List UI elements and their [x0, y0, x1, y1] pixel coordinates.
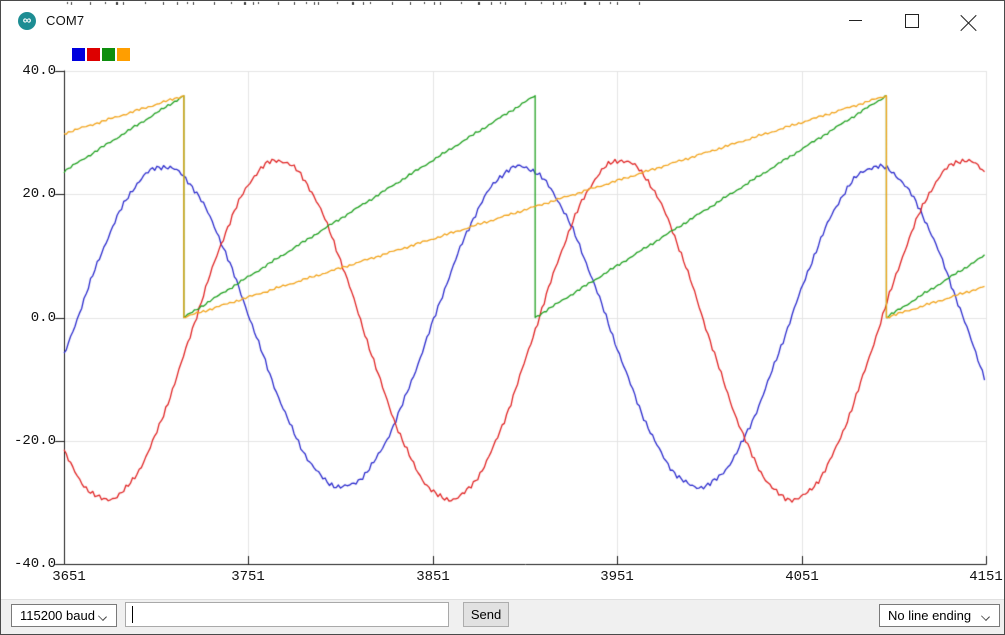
x-axis-label: 3951 [582, 569, 652, 585]
legend-swatch-series2 [87, 48, 100, 61]
x-axis-label: 3851 [398, 569, 468, 585]
bottom-bar: 115200 baud Send No line ending [1, 599, 1004, 635]
y-axis-label: 0.0 [6, 310, 56, 326]
minimize-icon [849, 20, 862, 21]
legend [72, 48, 130, 61]
window-title: COM7 [46, 13, 84, 28]
close-icon [961, 13, 977, 29]
line-ending-select[interactable]: No line ending [879, 604, 1000, 627]
line-ending-value: No line ending [888, 608, 971, 623]
titlebar[interactable]: ∞ COM7 [1, 5, 1004, 41]
text-caret [132, 606, 133, 623]
y-axis-label: 40.0 [6, 63, 56, 79]
serial-plotter-window: ∞ COM7 40.0 20.0 0.0 -20.0 -40.0 3651 37… [0, 0, 1005, 635]
plot-canvas [1, 1, 1005, 599]
x-axis-label: 3651 [34, 569, 104, 585]
close-button[interactable] [947, 5, 993, 37]
legend-swatch-series4 [117, 48, 130, 61]
maximize-icon [905, 14, 919, 28]
serial-message-input[interactable] [125, 602, 449, 627]
x-axis-label: 3751 [213, 569, 283, 585]
arduino-icon: ∞ [18, 12, 36, 30]
y-axis-label: 20.0 [6, 186, 56, 202]
legend-swatch-series1 [72, 48, 85, 61]
legend-swatch-series3 [102, 48, 115, 61]
y-axis-label: -20.0 [6, 433, 56, 449]
x-axis-label: 4051 [767, 569, 837, 585]
chevron-down-icon [99, 613, 107, 621]
minimize-button[interactable] [833, 5, 879, 37]
maximize-button[interactable] [890, 5, 936, 37]
baud-rate-value: 115200 baud [20, 608, 95, 623]
baud-rate-select[interactable]: 115200 baud [11, 604, 117, 627]
chevron-down-icon [982, 613, 990, 621]
send-button[interactable]: Send [463, 602, 509, 627]
x-axis-label: 4151 [951, 569, 1005, 585]
